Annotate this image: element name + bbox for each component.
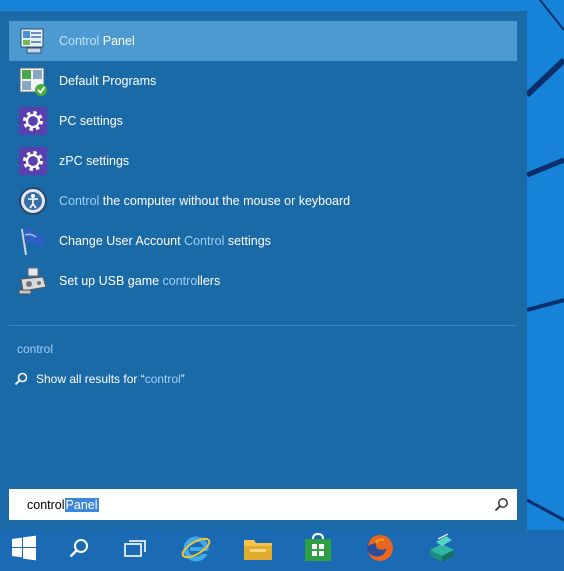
result-zpc-settings[interactable]: zPC settings xyxy=(9,141,517,181)
internet-explorer-icon xyxy=(180,532,212,569)
gear-icon xyxy=(17,145,49,177)
result-control-panel[interactable]: Control Panel xyxy=(9,21,517,61)
search-results-list: Control Panel Default Programs PC settin… xyxy=(9,21,517,301)
ease-of-access-icon xyxy=(17,185,49,217)
show-all-results-link[interactable]: Show all results for “control” xyxy=(14,368,185,390)
file-explorer-button[interactable] xyxy=(234,530,282,571)
result-label: Control the computer without the mouse o… xyxy=(59,194,351,208)
gear-icon xyxy=(17,105,49,137)
result-pc-settings[interactable]: PC settings xyxy=(9,101,517,141)
internet-explorer-button[interactable] xyxy=(172,530,220,571)
result-default-programs[interactable]: Default Programs xyxy=(9,61,517,101)
start-button[interactable] xyxy=(0,530,48,571)
search-input[interactable]: control Panel xyxy=(9,489,517,520)
result-label: Control Panel xyxy=(59,34,135,48)
result-label: Change User Account Control settings xyxy=(59,234,271,248)
task-view-icon xyxy=(123,538,147,563)
search-autocomplete-selection: Panel xyxy=(64,497,99,512)
search-typed-text: control xyxy=(27,497,65,512)
game-controller-icon xyxy=(17,265,49,297)
search-button[interactable] xyxy=(55,530,103,571)
divider xyxy=(9,325,517,326)
search-icon xyxy=(14,372,28,386)
web-section-label: control xyxy=(17,342,54,356)
firefox-button[interactable] xyxy=(356,530,404,571)
store-button[interactable] xyxy=(294,530,342,571)
show-all-text: Show all results for “control” xyxy=(36,372,185,386)
result-usb-game-controllers[interactable]: Set up USB game controllers xyxy=(9,261,517,301)
windows-logo-icon xyxy=(11,535,37,566)
firefox-icon xyxy=(364,532,396,569)
control-panel-icon xyxy=(17,25,49,57)
default-programs-icon xyxy=(17,65,49,97)
uac-flag-icon xyxy=(17,225,49,257)
start-menu: Control Panel Default Programs PC settin… xyxy=(0,11,527,530)
app-icon xyxy=(426,532,458,569)
search-icon[interactable] xyxy=(494,497,509,517)
store-icon xyxy=(303,532,333,568)
search-icon xyxy=(68,537,90,564)
result-label: PC settings xyxy=(59,114,123,128)
result-label: Default Programs xyxy=(59,74,157,88)
result-label: zPC settings xyxy=(59,154,130,168)
taskbar xyxy=(0,530,564,571)
result-user-account-control[interactable]: Change User Account Control settings xyxy=(9,221,517,261)
result-label: Set up USB game controllers xyxy=(59,274,221,288)
result-ease-of-access[interactable]: Control the computer without the mouse o… xyxy=(9,181,517,221)
task-view-button[interactable] xyxy=(111,530,159,571)
app-button[interactable] xyxy=(418,530,466,571)
folder-icon xyxy=(242,534,274,567)
